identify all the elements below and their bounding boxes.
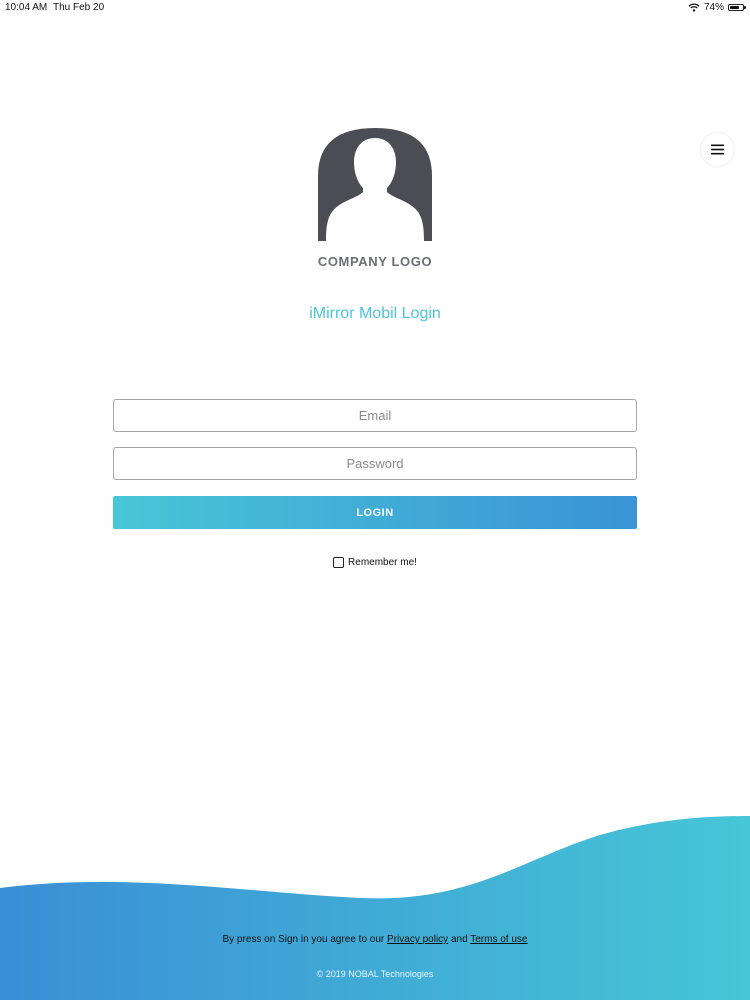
- battery-percent: 74%: [703, 2, 724, 13]
- email-input[interactable]: [113, 399, 637, 432]
- remember-me[interactable]: Remember me!: [0, 557, 750, 568]
- page-title: iMirror Mobil Login: [309, 305, 441, 322]
- agreement-text: By press on Sign in you agree to our: [222, 934, 385, 945]
- wifi-icon: [688, 3, 700, 12]
- status-bar: 10:04 AM Thu Feb 20 74%: [0, 0, 750, 16]
- login-button[interactable]: LOGIN: [113, 496, 637, 529]
- agreement-and: and: [450, 934, 468, 945]
- copyright: © 2019 NOBAL Technologies: [316, 969, 434, 979]
- battery-icon: [728, 4, 746, 11]
- company-logo-label: COMPANY LOGO: [317, 254, 433, 269]
- user-silhouette-icon: [318, 128, 432, 241]
- battery-level: [730, 6, 739, 9]
- remember-me-checkbox[interactable]: [333, 557, 345, 568]
- terms-of-use-link[interactable]: Terms of use: [470, 934, 527, 945]
- status-indicators: 74%: [688, 2, 746, 13]
- status-date: Thu Feb 20: [53, 2, 105, 13]
- footer-agreement: By press on Sign in you agree to our Pri…: [0, 934, 750, 945]
- hamburger-menu-icon: [711, 144, 724, 155]
- status-time: 10:04 AM: [5, 2, 48, 13]
- menu-button[interactable]: [701, 133, 734, 166]
- password-input[interactable]: [113, 447, 637, 480]
- privacy-policy-link[interactable]: Privacy policy: [387, 934, 448, 945]
- remember-me-label: Remember me!: [348, 557, 417, 568]
